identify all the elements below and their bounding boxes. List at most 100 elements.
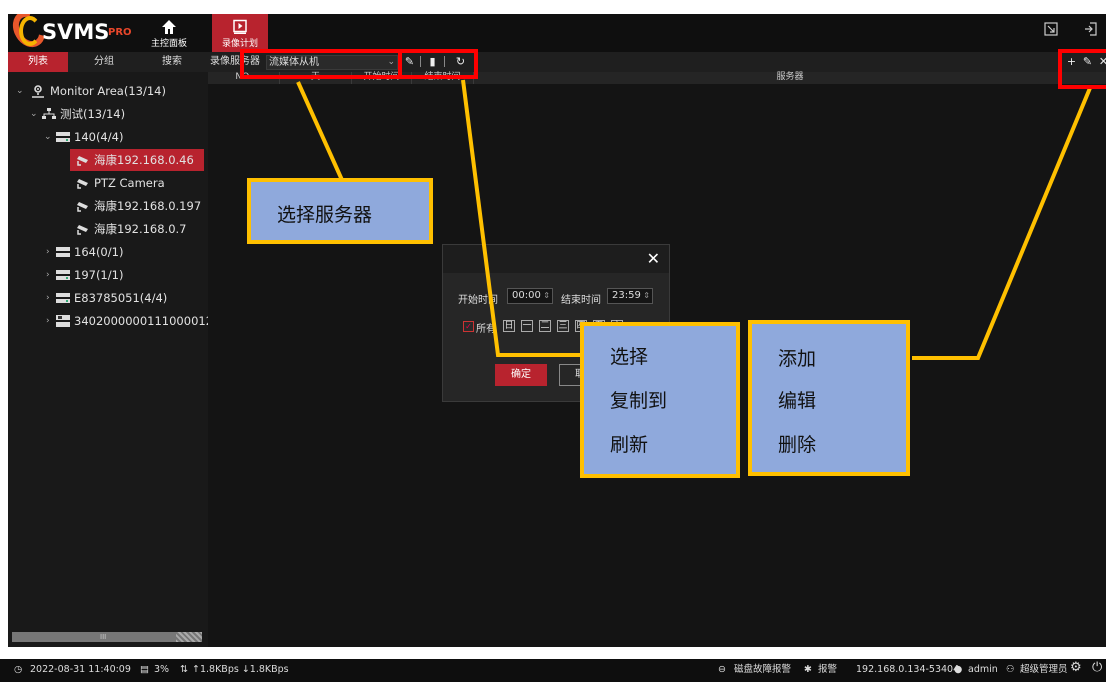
role-icon: ⚇ <box>1006 664 1015 675</box>
nvr-icon <box>56 293 70 303</box>
tree-label: 测试(13/14) <box>60 107 126 121</box>
nvr-icon <box>56 270 70 280</box>
callout-manage-tools: 添加 编辑 删除 <box>748 320 910 476</box>
tree-node-group[interactable]: ⌄ 测试(13/14) <box>8 103 208 125</box>
highlight-edit-tools <box>398 49 478 79</box>
day-checkbox-tue[interactable]: 二 <box>539 320 551 332</box>
tree-node-device[interactable]: ⌄ 140(4/4) <box>8 126 208 148</box>
disk-alarm[interactable]: 磁盘故障报警 <box>734 663 791 677</box>
tree-label: 海康192.168.0.7 <box>94 222 187 236</box>
close-icon[interactable]: ✕ <box>647 249 660 268</box>
all-days-label: 所有 <box>476 324 496 335</box>
callout-text: 编辑 <box>778 390 817 412</box>
day-checkbox-wed[interactable]: 三 <box>557 320 569 332</box>
callout-text: 删除 <box>778 434 817 456</box>
chevron-right-icon: › <box>46 247 50 257</box>
tree-node-device[interactable]: › 197(1/1) <box>8 264 208 286</box>
stepper-icon: ⇕ <box>643 291 650 300</box>
tab-list[interactable]: 列表 <box>8 52 68 72</box>
day-checkbox-mon[interactable]: 一 <box>521 320 533 332</box>
tree-node-camera[interactable]: PTZ Camera <box>8 172 208 194</box>
end-time-label: 结束时间 <box>561 295 601 306</box>
tree-node-device[interactable]: › 34020000001110000121 <box>8 310 208 332</box>
tree-node-camera[interactable]: 海康192.168.0.197 <box>8 195 208 217</box>
tree-label: 140(4/4) <box>74 130 124 144</box>
nav-main-panel[interactable]: 主控面板 <box>141 14 197 52</box>
tree-node-camera[interactable]: 海康192.168.0.7 <box>8 218 208 240</box>
camera-icon <box>77 225 88 235</box>
dialog-header: ✕ <box>443 245 669 273</box>
logo: SVMS PRO <box>8 14 154 53</box>
scrollbar-thumb-mark: III <box>100 633 107 641</box>
nav-main-panel-label: 主控面板 <box>150 39 187 49</box>
chevron-right-icon: › <box>46 270 50 280</box>
highlight-manage-tools <box>1058 49 1106 89</box>
start-time-input[interactable]: 00:00 ⇕ <box>507 288 553 304</box>
chevron-down-icon: ⌄ <box>44 132 52 142</box>
all-days-checkbox[interactable]: ✓ <box>463 321 474 332</box>
home-icon <box>162 20 176 34</box>
disk-icon: ▤ <box>140 664 149 675</box>
clock-icon: ◷ <box>14 664 23 675</box>
camera-icon <box>77 202 88 212</box>
camera-icon <box>77 179 88 189</box>
tab-group[interactable]: 分组 <box>74 52 134 72</box>
top-bar: SVMS PRO 主控面板 录像计划 <box>8 14 1106 53</box>
user-icon: ● <box>954 664 963 675</box>
day-checkbox-sun[interactable]: 日 <box>503 320 515 332</box>
nav-record-plan-label: 录像计划 <box>221 39 258 49</box>
username: admin <box>968 664 998 675</box>
status-bar: ◷ 2022-08-31 11:40:09 ▤ 3% ⇅ ↑1.8KBps ↓1… <box>0 647 1106 682</box>
tree-label: 海康192.168.0.197 <box>94 199 202 213</box>
tree-label: PTZ Camera <box>94 176 165 190</box>
alarm-icon: ✱ <box>804 664 812 675</box>
tree-node-root[interactable]: ⌄ Monitor Area(13/14) <box>8 80 208 102</box>
tree-node-device[interactable]: › E83785051(4/4) <box>8 287 208 309</box>
chevron-down-icon: ⌄ <box>16 86 24 96</box>
alarm[interactable]: 报警 <box>818 663 837 677</box>
group-icon <box>42 108 56 119</box>
disk-usage: 3% <box>154 664 170 675</box>
logo-suffix: PRO <box>108 27 132 38</box>
nvr-icon <box>56 247 70 257</box>
stepper-icon: ⇕ <box>543 291 550 300</box>
tree-node-camera-selected[interactable]: 海康192.168.0.46 <box>70 149 204 171</box>
logout-icon[interactable] <box>1084 22 1098 36</box>
chevron-down-icon: ⌄ <box>30 109 38 119</box>
record-plan-icon <box>233 19 247 34</box>
user-role: 超级管理员 <box>1020 664 1068 675</box>
tree-node-device[interactable]: › 164(0/1) <box>8 241 208 263</box>
highlight-server-select <box>240 49 402 79</box>
start-time-label: 开始时间 <box>458 295 498 306</box>
nav-record-plan[interactable]: 录像计划 <box>212 14 268 52</box>
nvr-icon <box>56 132 70 142</box>
tab-search[interactable]: 搜索 <box>142 52 202 72</box>
gb28181-device-icon <box>56 315 70 327</box>
callout-select-server: 选择服务器 <box>247 178 433 244</box>
callout-text: 复制到 <box>610 390 668 412</box>
tree-label: Monitor Area(13/14) <box>50 84 166 98</box>
end-time-input[interactable]: 23:59 ⇕ <box>607 288 653 304</box>
end-time-value: 23:59 <box>612 290 641 301</box>
column-header-server: 服务器 <box>776 72 804 82</box>
chevron-right-icon: › <box>46 316 50 326</box>
monitor-area-icon <box>32 85 44 98</box>
tree-label: 164(0/1) <box>74 245 124 259</box>
toolbar: 列表 分组 搜索 录像服务器 流媒体从机 ⌄ ✎ ▮ ↻ + ✎ ✕ <box>8 52 1106 72</box>
network-icon: ⇅ <box>180 664 188 675</box>
settings-icon[interactable]: ⚙ <box>1070 661 1082 675</box>
callout-text: 添加 <box>778 348 817 370</box>
confirm-button[interactable]: 确定 <box>495 364 547 386</box>
scrollbar-grip[interactable] <box>176 632 202 642</box>
minimize-icon[interactable] <box>1044 22 1058 36</box>
tree-label: 海康192.168.0.46 <box>94 153 194 167</box>
power-icon[interactable]: ⏻ <box>1092 661 1102 675</box>
network-rate: ↑1.8KBps ↓1.8KBps <box>192 664 289 675</box>
camera-icon <box>77 156 88 166</box>
tree-label: 197(1/1) <box>74 268 124 282</box>
host-address: 192.168.0.134-53404 <box>856 664 960 675</box>
start-time-value: 00:00 <box>512 290 541 301</box>
datetime: 2022-08-31 11:40:09 <box>30 664 131 675</box>
horizontal-scrollbar[interactable]: III <box>12 632 202 642</box>
callout-text: 选择 <box>610 346 649 368</box>
